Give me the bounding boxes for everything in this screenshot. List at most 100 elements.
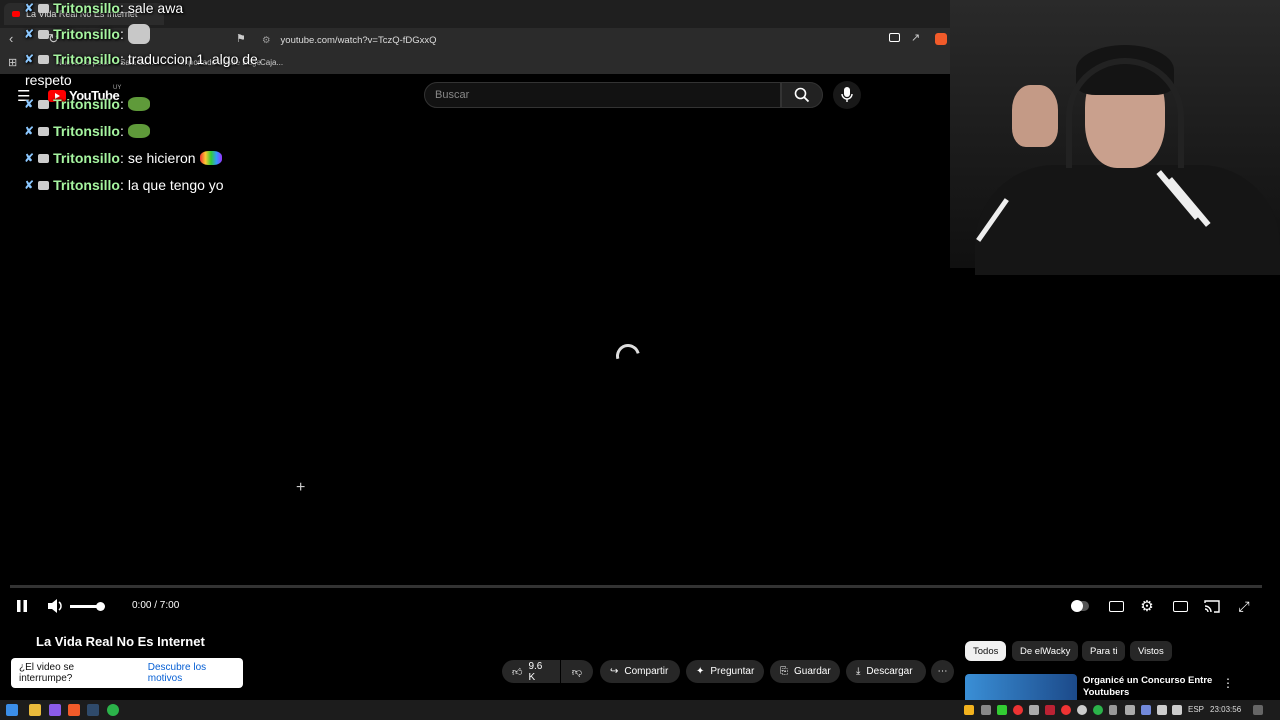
language-indicator[interactable]: ESP — [1188, 705, 1204, 714]
download-label: Descargar — [866, 666, 913, 677]
dislike-button[interactable]: 👎︎ — [561, 660, 593, 683]
sword-badge-icon: ✘ — [24, 52, 35, 66]
back-icon[interactable]: ‹ — [9, 31, 13, 46]
ask-label: Preguntar — [710, 666, 755, 677]
chat-message: ✘ Tritonsillo: sale awa — [24, 0, 183, 16]
subtitles-button[interactable] — [1106, 598, 1126, 614]
sword-badge-icon: ✘ — [24, 178, 35, 192]
chat-separator: : — [119, 96, 124, 112]
share-page-icon[interactable]: ↗ — [911, 31, 920, 44]
tray-icon[interactable] — [1013, 705, 1023, 715]
download-button[interactable]: ⤓ Descargar — [846, 660, 926, 683]
cast-button[interactable] — [1202, 598, 1222, 614]
sword-badge-icon: ✘ — [24, 1, 35, 15]
search-button[interactable] — [781, 82, 823, 108]
ask-button[interactable]: ✦ Preguntar — [686, 660, 764, 683]
volume-slider-handle[interactable] — [96, 602, 105, 611]
chat-message: ✘ Tritonsillo: la que tengo yo — [24, 177, 224, 193]
chip-from-channel[interactable]: De elWacky — [1012, 641, 1079, 661]
recommendation-title[interactable]: Organicé un Concurso Entre Youtubers — [1083, 675, 1223, 699]
chat-username: Tritonsillo — [53, 123, 120, 139]
speaker-icon[interactable] — [1172, 705, 1182, 715]
brave-icon[interactable] — [68, 704, 80, 716]
install-icon[interactable] — [889, 33, 900, 42]
clock[interactable]: 23:03:56 — [1210, 705, 1241, 714]
tray-icon[interactable] — [964, 705, 974, 715]
chip-for-you[interactable]: Para ti — [1082, 641, 1126, 661]
like-button[interactable]: 👍︎ 9.6 K — [502, 660, 560, 683]
brave-shield-icon[interactable] — [935, 33, 947, 45]
chat-text: sale awa — [127, 0, 184, 16]
voice-search-button[interactable] — [833, 81, 861, 109]
video-title: La Vida Real No Es Internet — [36, 634, 205, 649]
chat-message-continuation: respeto — [25, 72, 72, 88]
recommendation-menu-icon[interactable]: ⋮ — [1222, 676, 1234, 690]
chat-username: Tritonsillo — [53, 0, 120, 16]
site-info-icon[interactable]: ⚙ — [262, 35, 271, 46]
subtitles-icon — [1108, 600, 1124, 612]
mute-button[interactable] — [46, 598, 66, 614]
fullscreen-icon: ⤢ — [1238, 597, 1250, 614]
chip-watched[interactable]: Vistos — [1130, 641, 1172, 661]
theater-mode-button[interactable] — [1170, 598, 1190, 614]
chat-username: Tritonsillo — [53, 96, 120, 112]
chat-separator: : — [119, 0, 124, 16]
file-explorer-icon[interactable] — [29, 704, 41, 716]
sword-badge-icon: ✘ — [24, 27, 35, 41]
settings-button[interactable]: ⚙ — [1137, 598, 1157, 615]
tray-icon[interactable] — [1029, 705, 1039, 715]
url-field[interactable]: ⚙ youtube.com/watch?v=TczQ-fDGxxQ — [262, 33, 862, 47]
save-button[interactable]: ⎘ Guardar — [770, 660, 840, 683]
save-icon: ⎘ — [780, 666, 788, 677]
headset — [1066, 58, 1184, 168]
chat-separator: : — [119, 177, 124, 193]
chip-all[interactable]: Todos — [965, 641, 1007, 661]
share-label: Compartir — [624, 666, 669, 677]
bookmark-item[interactable]: Caja... — [260, 58, 283, 67]
chat-username: Tritonsillo — [53, 26, 120, 42]
network-icon[interactable] — [1157, 705, 1167, 715]
download-icon: ⤓ — [856, 666, 861, 677]
sub-badge-icon — [38, 3, 50, 13]
tray-icon[interactable] — [1125, 705, 1135, 715]
app-icon[interactable] — [49, 704, 61, 716]
notifications-icon[interactable] — [1253, 705, 1263, 715]
microphone-icon — [841, 87, 853, 102]
microphone-tray-icon[interactable] — [1109, 705, 1117, 715]
pause-button[interactable] — [12, 598, 32, 614]
search-input[interactable]: Buscar — [424, 82, 781, 108]
tray-icon[interactable] — [1045, 705, 1055, 715]
chat-text: traduccion 1. algo de — [127, 51, 258, 67]
record-icon[interactable] — [1061, 705, 1071, 715]
like-count: 9.6 K — [528, 660, 543, 683]
toast-link[interactable]: Descubre los motivos — [148, 662, 243, 684]
discord-icon[interactable] — [1141, 705, 1151, 715]
chat-text: se hicieron — [127, 150, 196, 166]
progress-bar[interactable] — [10, 585, 1262, 588]
chat-username: Tritonsillo — [53, 150, 120, 166]
autoplay-toggle[interactable] — [1070, 598, 1090, 614]
share-button[interactable]: ↪ Compartir — [600, 660, 680, 683]
fullscreen-button[interactable]: ⤢ — [1234, 598, 1254, 614]
tray-icon[interactable] — [1093, 705, 1103, 715]
save-label: Guardar — [794, 666, 831, 677]
tray-icon[interactable] — [981, 705, 991, 715]
search-icon — [794, 87, 810, 103]
spotify-icon[interactable] — [107, 704, 119, 716]
thumbs-down-icon: 👎︎ — [571, 666, 583, 678]
tray-icon[interactable] — [1077, 705, 1087, 715]
more-actions-button[interactable]: ⋯ — [931, 660, 954, 683]
windows-taskbar — [0, 700, 1280, 720]
pepe-emote-icon — [127, 124, 150, 138]
apps-grid-icon[interactable]: ⊞ — [8, 56, 17, 69]
cat-emote-icon — [127, 24, 150, 44]
chat-separator: : — [119, 123, 124, 139]
gear-icon: ⚙ — [1140, 598, 1154, 615]
chat-message: ✘ Tritonsillo: traduccion 1. algo de — [24, 51, 258, 67]
bookmark-icon[interactable]: ⚑ — [236, 32, 246, 45]
start-icon[interactable] — [6, 704, 18, 716]
steam-icon[interactable] — [87, 704, 99, 716]
sword-badge-icon: ✘ — [24, 151, 35, 165]
tray-icon[interactable] — [997, 705, 1007, 715]
sub-badge-icon — [38, 29, 50, 39]
